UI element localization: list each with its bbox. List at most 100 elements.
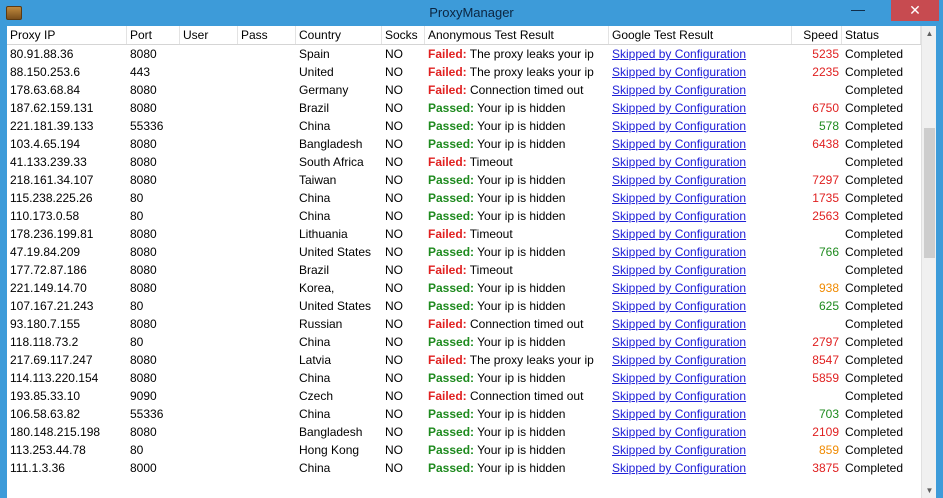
- google-result-link[interactable]: Skipped by Configuration: [612, 371, 746, 385]
- table-row[interactable]: 111.1.3.36 8000 China NO Passed: Your ip is …: [7, 459, 921, 477]
- google-result-link[interactable]: Skipped by Configuration: [612, 155, 746, 169]
- cell-proxy-ip: 118.118.73.2: [10, 335, 79, 349]
- column-header-anonymous-test-result[interactable]: Anonymous Test Result: [425, 26, 609, 44]
- google-result-link[interactable]: Skipped by Configuration: [612, 245, 746, 259]
- table-row[interactable]: 118.118.73.2 80 China NO Passed: Your ip is …: [7, 333, 921, 351]
- anonymous-result-status: Passed:: [428, 137, 475, 151]
- table-row[interactable]: 193.85.33.10 9090 Czech NO Failed: Connectio…: [7, 387, 921, 405]
- cell-user: [180, 171, 238, 189]
- google-result-link[interactable]: Skipped by Configuration: [612, 101, 746, 115]
- vertical-scrollbar[interactable]: ▲ ▼: [921, 26, 936, 498]
- anonymous-result-text: Your ip is hidden: [474, 173, 566, 187]
- table-row[interactable]: 47.19.84.209 8080 United States NO Passed: Y…: [7, 243, 921, 261]
- table-row[interactable]: 107.167.21.243 80 United States NO Passed: Y…: [7, 297, 921, 315]
- column-header-proxy-ip[interactable]: Proxy IP: [7, 26, 127, 44]
- table-row[interactable]: 177.72.87.186 8080 Brazil NO Failed: Timeout…: [7, 261, 921, 279]
- cell-user: [180, 81, 238, 99]
- table-row[interactable]: 41.133.239.33 8080 South Africa NO Failed: T…: [7, 153, 921, 171]
- anonymous-result-status: Passed:: [428, 191, 475, 205]
- cell-speed: 6750: [812, 101, 839, 115]
- table-row[interactable]: 178.236.199.81 8080 Lithuania NO Failed: Tim…: [7, 225, 921, 243]
- column-header-status[interactable]: Status: [842, 26, 921, 44]
- google-result-link[interactable]: Skipped by Configuration: [612, 299, 746, 313]
- google-result-link[interactable]: Skipped by Configuration: [612, 317, 746, 331]
- cell-socks: NO: [385, 443, 403, 457]
- google-result-link[interactable]: Skipped by Configuration: [612, 191, 746, 205]
- table-row[interactable]: 115.238.225.26 80 China NO Passed: Your ip i…: [7, 189, 921, 207]
- cell-status: Completed: [845, 191, 904, 205]
- cell-user: [180, 441, 238, 459]
- column-header-pass[interactable]: Pass: [238, 26, 296, 44]
- column-header-port[interactable]: Port: [127, 26, 180, 44]
- anonymous-result-status: Passed:: [428, 173, 475, 187]
- table-row[interactable]: 80.91.88.36 8080 Spain NO Failed: The proxy …: [7, 45, 921, 63]
- column-header-socks[interactable]: Socks: [382, 26, 425, 44]
- google-result-link[interactable]: Skipped by Configuration: [612, 443, 746, 457]
- table-row[interactable]: 114.113.220.154 8080 China NO Passed: Your i…: [7, 369, 921, 387]
- cell-port: 8080: [130, 47, 157, 61]
- cell-socks: NO: [385, 173, 403, 187]
- cell-anonymous-result: Passed: Your ip is hidden: [425, 117, 609, 135]
- cell-speed: 7297: [812, 173, 839, 187]
- cell-socks: NO: [385, 317, 403, 331]
- table-row[interactable]: 178.63.68.84 8080 Germany NO Failed: Connect…: [7, 81, 921, 99]
- google-result-link[interactable]: Skipped by Configuration: [612, 335, 746, 349]
- window-title: ProxyManager: [429, 5, 514, 20]
- column-header-country[interactable]: Country: [296, 26, 382, 44]
- cell-speed: 6438: [812, 137, 839, 151]
- column-header-user[interactable]: User: [180, 26, 238, 44]
- cell-port: 8080: [130, 281, 157, 295]
- column-header-speed[interactable]: Speed: [792, 26, 842, 44]
- google-result-link[interactable]: Skipped by Configuration: [612, 389, 746, 403]
- minimize-button[interactable]: —: [838, 0, 878, 22]
- table-row[interactable]: 106.58.63.82 55336 China NO Passed: Your ip …: [7, 405, 921, 423]
- google-result-link[interactable]: Skipped by Configuration: [612, 461, 746, 475]
- google-result-link[interactable]: Skipped by Configuration: [612, 47, 746, 61]
- column-header-google-test-result[interactable]: Google Test Result: [609, 26, 792, 44]
- scroll-up-arrow-icon[interactable]: ▲: [922, 26, 936, 41]
- table-row[interactable]: 93.180.7.155 8080 Russian NO Failed: Connect…: [7, 315, 921, 333]
- cell-socks: NO: [385, 137, 403, 151]
- table-row[interactable]: 103.4.65.194 8080 Bangladesh NO Passed: Your…: [7, 135, 921, 153]
- cell-user: [180, 351, 238, 369]
- table-row[interactable]: 218.161.34.107 8080 Taiwan NO Passed: Your i…: [7, 171, 921, 189]
- cell-socks: NO: [385, 281, 403, 295]
- cell-status: Completed: [845, 317, 904, 331]
- table-row[interactable]: 110.173.0.58 80 China NO Passed: Your ip is …: [7, 207, 921, 225]
- cell-socks: NO: [385, 191, 403, 205]
- table-row[interactable]: 180.148.215.198 8080 Bangladesh NO Passed: Y…: [7, 423, 921, 441]
- google-result-link[interactable]: Skipped by Configuration: [612, 137, 746, 151]
- google-result-link[interactable]: Skipped by Configuration: [612, 353, 746, 367]
- cell-google-result: Skipped by Configuration: [609, 171, 792, 189]
- cell-anonymous-result: Failed: Connection timed out: [425, 387, 609, 405]
- cell-status: Completed: [845, 407, 904, 421]
- cell-status: Completed: [845, 263, 904, 277]
- cell-proxy-ip: 221.181.39.133: [10, 119, 94, 133]
- scrollbar-thumb[interactable]: [924, 128, 935, 258]
- table-row[interactable]: 221.149.14.70 8080 Korea, NO Passed: Your ip…: [7, 279, 921, 297]
- google-result-link[interactable]: Skipped by Configuration: [612, 407, 746, 421]
- google-result-link[interactable]: Skipped by Configuration: [612, 65, 746, 79]
- table-row[interactable]: 88.150.253.6 443 United NO Failed: The proxy…: [7, 63, 921, 81]
- google-result-link[interactable]: Skipped by Configuration: [612, 209, 746, 223]
- google-result-link[interactable]: Skipped by Configuration: [612, 119, 746, 133]
- google-result-link[interactable]: Skipped by Configuration: [612, 425, 746, 439]
- table-row[interactable]: 113.253.44.78 80 Hong Kong NO Passed: Your i…: [7, 441, 921, 459]
- anonymous-result-status: Passed:: [428, 299, 475, 313]
- proxy-list-view[interactable]: Proxy IP Port User Pass Country Socks An…: [7, 26, 936, 498]
- cell-port: 8080: [130, 245, 157, 259]
- table-row[interactable]: 187.62.159.131 8080 Brazil NO Passed: Your i…: [7, 99, 921, 117]
- table-row[interactable]: 217.69.117.247 8080 Latvia NO Failed: The pr…: [7, 351, 921, 369]
- table-row[interactable]: 221.181.39.133 55336 China NO Passed: Your i…: [7, 117, 921, 135]
- scroll-down-arrow-icon[interactable]: ▼: [922, 483, 936, 498]
- google-result-link[interactable]: Skipped by Configuration: [612, 263, 746, 277]
- title-bar[interactable]: ProxyManager — ✕: [0, 0, 943, 26]
- google-result-link[interactable]: Skipped by Configuration: [612, 173, 746, 187]
- close-button[interactable]: ✕: [891, 0, 939, 21]
- google-result-link[interactable]: Skipped by Configuration: [612, 227, 746, 241]
- cell-country: Lithuania: [299, 227, 348, 241]
- google-result-link[interactable]: Skipped by Configuration: [612, 281, 746, 295]
- cell-status: Completed: [845, 65, 904, 79]
- cell-socks: NO: [385, 101, 403, 115]
- google-result-link[interactable]: Skipped by Configuration: [612, 83, 746, 97]
